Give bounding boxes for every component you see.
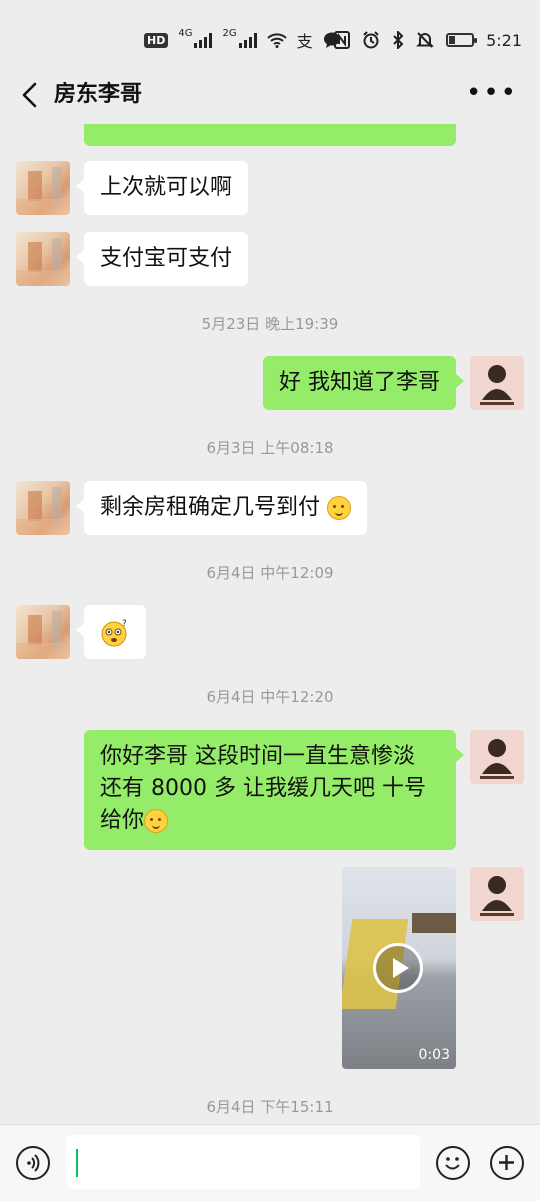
timestamp: 6月4日 下午15:11 [206,1098,334,1116]
timestamp: 6月3日 上午08:18 [206,439,334,457]
message-bubble-incoming[interactable]: 支付宝可支付 [75,232,249,286]
message-row: 0:03 [0,867,540,1071]
contact-avatar[interactable] [16,481,70,535]
mute-bell-icon [416,32,434,48]
message-bubble-outgoing[interactable]: 你好李哥 这段时间一直生意惨淡 还有 8000 多 让我缓几天吧 十号 给你 [84,730,464,850]
status-left: HD 4G 2G 支 [144,28,341,52]
hd-badge: HD [144,32,169,48]
voice-icon [27,1154,40,1172]
play-icon[interactable] [373,943,423,993]
nfc-icon [334,31,351,49]
message-row: ? [0,605,540,661]
text-caret [76,1149,78,1177]
status-right: 5:21 [334,28,522,52]
back-arrow-icon[interactable] [16,80,46,110]
signal-2g-label: 2G [222,28,237,39]
video-thumbnail-table [412,913,456,933]
wifi-icon [266,33,287,48]
message-line: 给你 [100,808,145,833]
confused-emoji-icon: ? [101,619,127,647]
signal-bars-2-icon [238,32,257,48]
more-options-icon[interactable]: ••• [466,80,518,106]
plus-icon [499,1155,514,1170]
self-avatar[interactable] [470,356,524,410]
message-row-partial [0,124,540,146]
emoji-button[interactable] [436,1146,470,1180]
smile-emoji-icon [327,496,352,520]
self-avatar[interactable] [470,867,524,921]
video-duration: 0:03 [418,1047,450,1063]
self-avatar[interactable] [470,730,524,784]
message-line: 还有 8000 多 让我缓几天吧 十号 [100,776,426,801]
message-row: 剩余房租确定几号到付 [0,481,540,537]
timestamp: 5月23日 晚上19:39 [201,315,339,333]
chat-title: 房东李哥 [54,82,143,107]
contact-avatar[interactable] [16,605,70,659]
more-functions-button[interactable] [490,1146,524,1180]
input-bar [0,1124,540,1201]
svg-text:?: ? [122,619,127,629]
chat-header: 房东李哥 ••• [0,66,540,124]
partial-message-bubble [84,124,456,146]
battery-icon [446,33,478,47]
voice-input-button[interactable] [16,1146,50,1180]
timestamp: 6月4日 中午12:20 [206,688,334,706]
signal-bars-icon [194,32,213,48]
alipay-icon: 支 [296,32,313,51]
signal-4g-label: 4G [178,28,193,39]
contact-avatar[interactable] [16,161,70,215]
contact-avatar[interactable] [16,232,70,286]
timestamp: 6月4日 中午12:09 [206,564,334,582]
message-line-with-emoji: 给你 [100,805,440,837]
message-text: 剩余房租确定几号到付 [100,495,321,520]
message-line: 你好李哥 这段时间一直生意惨淡 [100,744,415,769]
message-row: 上次就可以啊 [0,161,540,217]
message-bubble-incoming[interactable]: 上次就可以啊 [75,161,249,215]
message-row: 支付宝可支付 [0,232,540,288]
message-list[interactable]: 上次就可以啊 支付宝可支付 5月23日 晚上19:39 好 我知道了李哥 6月3… [0,124,540,1124]
message-bubble-incoming[interactable]: 剩余房租确定几号到付 [75,481,368,535]
message-bubble-outgoing[interactable]: 好 我知道了李哥 [263,356,464,410]
alarm-icon [363,31,379,49]
blush-emoji-icon [144,809,169,833]
message-input[interactable] [66,1135,420,1189]
emoji-icon [445,1157,460,1170]
clock-time: 5:21 [486,30,522,50]
message-row: 你好李哥 这段时间一直生意惨淡 还有 8000 多 让我缓几天吧 十号 给你 [0,730,540,852]
message-bubble-incoming[interactable]: ? [76,605,146,659]
video-message[interactable]: 0:03 [342,867,456,1069]
message-row: 好 我知道了李哥 [0,356,540,412]
bluetooth-icon [393,31,404,49]
